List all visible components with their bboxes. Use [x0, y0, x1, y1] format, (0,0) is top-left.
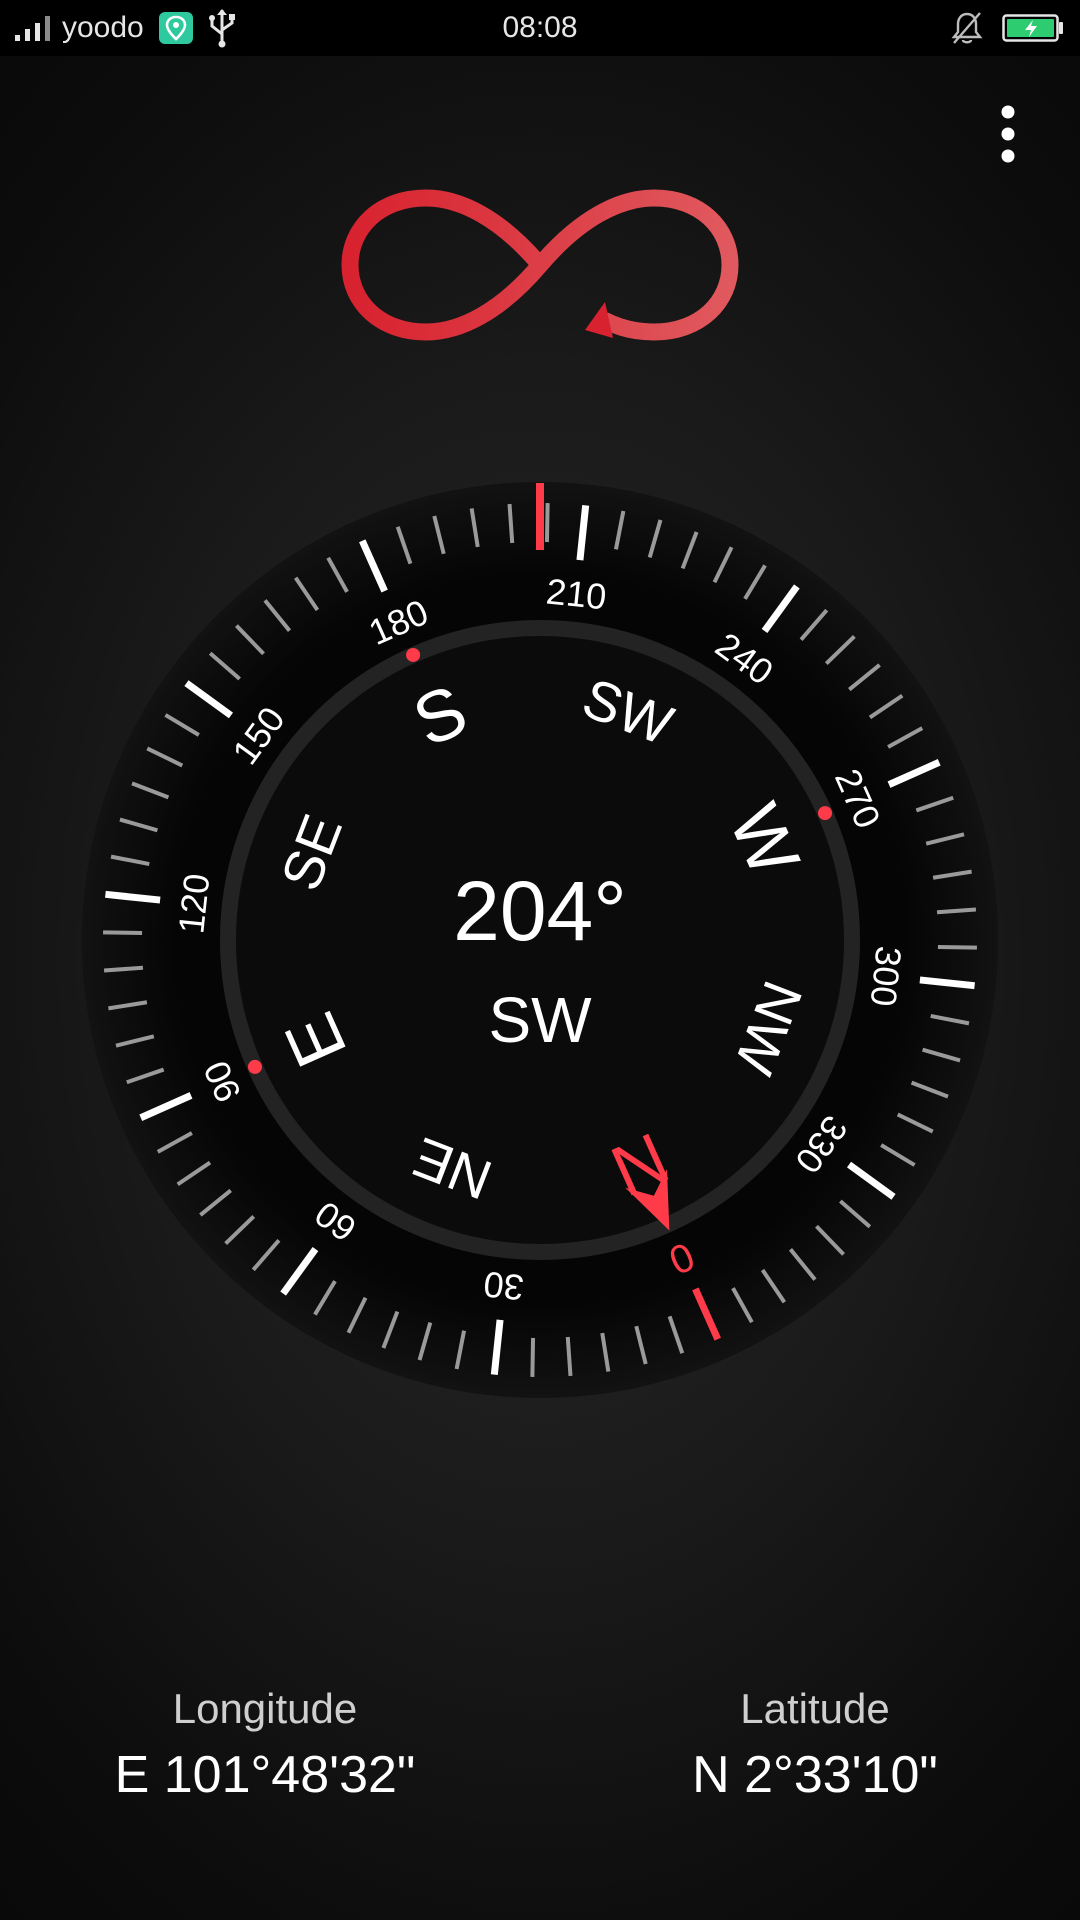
more-options-button[interactable] [986, 100, 1030, 180]
heading-degrees: 204° [453, 864, 627, 958]
infinity-arrow-logo [330, 170, 750, 364]
cardinal-dot [818, 806, 833, 821]
minor-tick [565, 1336, 573, 1377]
minor-tick [936, 907, 977, 915]
longitude-label: Longitude [172, 1685, 358, 1732]
degree-label: 30 [482, 1264, 526, 1309]
status-clock: 08:08 [502, 11, 578, 44]
compass-screen: yoodo 08:08 0 30 60 90 120 150 180 210 2… [0, 0, 1080, 1920]
longitude-value: E 101°48'32" [114, 1746, 416, 1804]
more-vert-icon [1001, 105, 1015, 163]
minor-tick [103, 930, 143, 936]
degree-label: 210 [544, 570, 608, 617]
latitude-value: N 2°33'10" [692, 1746, 938, 1804]
degree-label: 120 [170, 872, 217, 936]
minor-tick [507, 503, 515, 544]
minor-tick [544, 503, 550, 543]
degree-label: 300 [863, 944, 910, 1008]
cardinal-dot [406, 647, 421, 662]
status-bar: yoodo 08:08 [0, 0, 1080, 56]
bell-off-icon [950, 0, 984, 56]
minor-tick [103, 965, 144, 973]
battery-charging-icon [1002, 0, 1064, 56]
cardinal-dot [247, 1059, 262, 1074]
minor-tick [530, 1337, 536, 1377]
minor-tick [937, 944, 977, 950]
compass-dial: 0 30 60 90 120 150 180 210 240 270 300 330 N NE E SE S S… [80, 480, 1000, 1404]
heading-direction: SW [488, 984, 592, 1056]
latitude-label: Latitude [740, 1685, 890, 1732]
